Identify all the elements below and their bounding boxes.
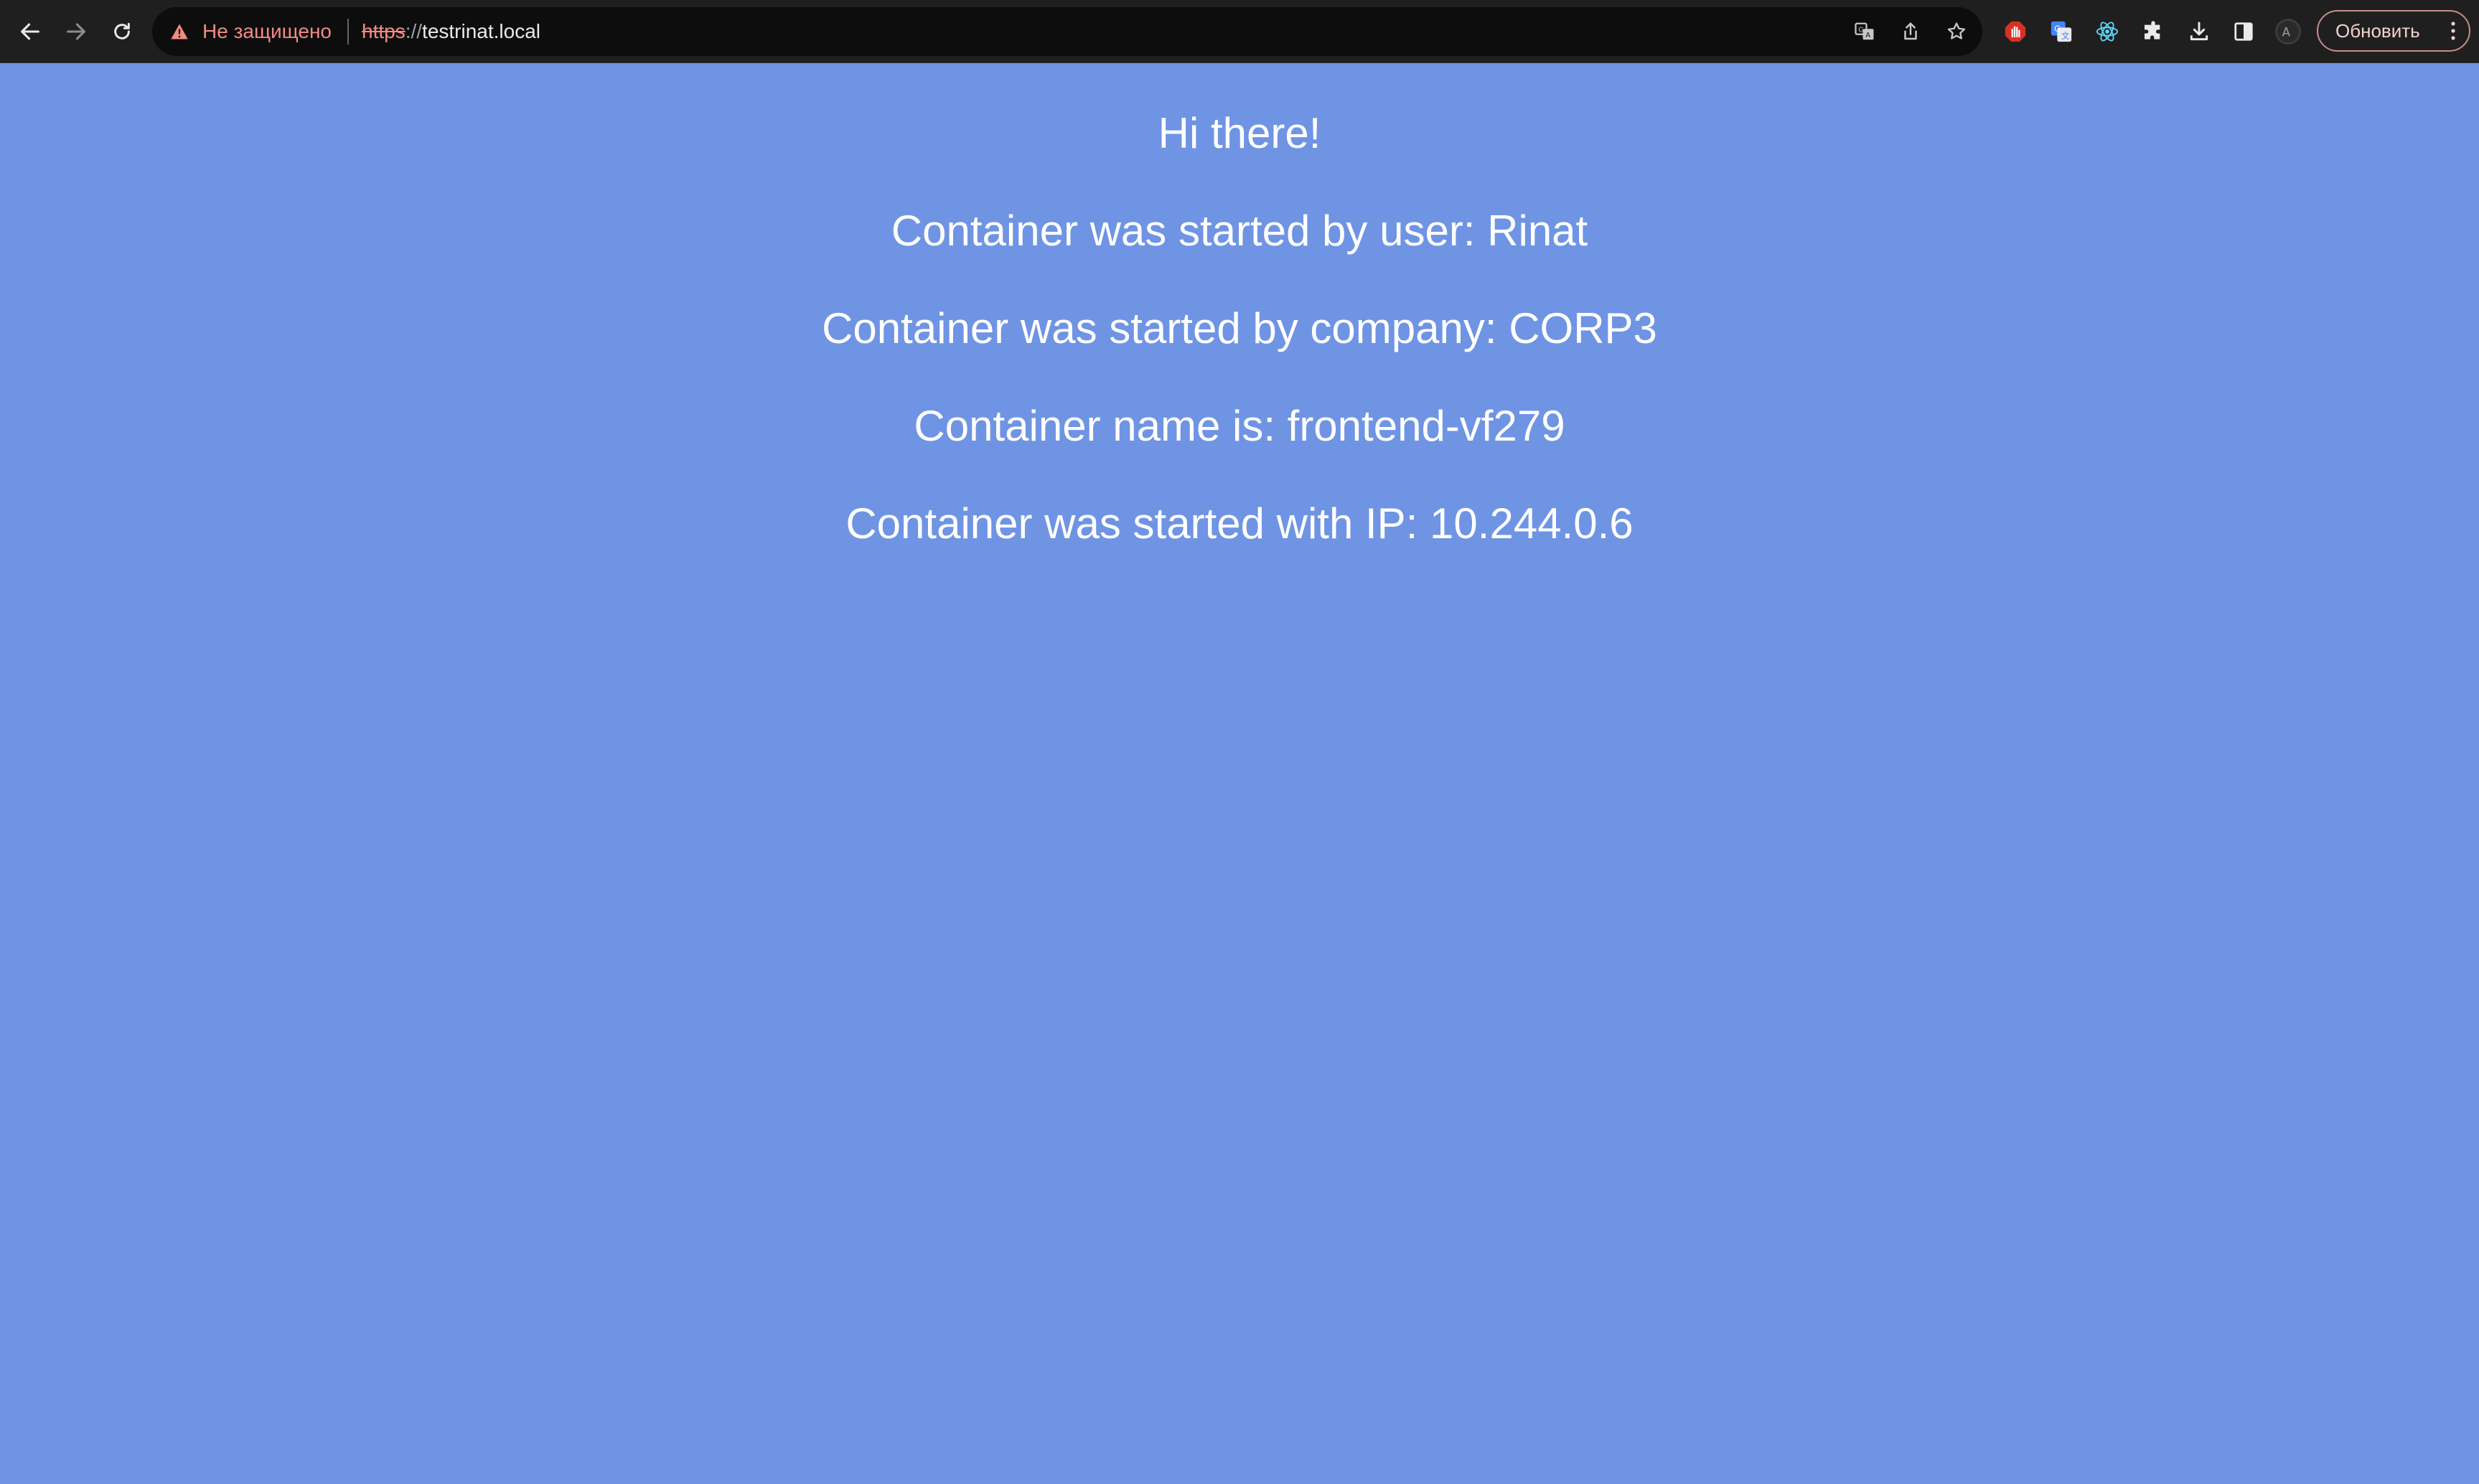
update-button[interactable]: Обновить (2317, 10, 2470, 52)
url-text[interactable]: https://testrinat.local (362, 19, 540, 44)
svg-text:A: A (2282, 26, 2291, 39)
share-icon (1904, 22, 1917, 40)
svg-text:G: G (2054, 24, 2061, 34)
greeting-heading: Hi there! (1158, 109, 1321, 157)
extension-stop-button[interactable] (2000, 16, 2031, 47)
download-icon (2190, 22, 2208, 41)
reload-button[interactable] (100, 10, 144, 53)
translate-icon: G A (1855, 22, 1874, 40)
share-button[interactable] (1898, 19, 1923, 44)
url-host: testrinat.local (422, 20, 541, 42)
puzzle-icon (2145, 21, 2160, 39)
back-button[interactable] (9, 10, 52, 53)
stop-hand-icon (2005, 21, 2026, 42)
downloads-button[interactable] (2183, 16, 2215, 47)
company-line: Container was started by company: CORP3 (822, 304, 1657, 352)
address-divider (347, 19, 349, 44)
extension-react-button[interactable] (2091, 16, 2123, 47)
container-name-line: Container name is: frontend-vf279 (914, 402, 1565, 450)
reload-icon (114, 22, 130, 39)
address-bar[interactable]: Не защищено https://testrinat.local G A (152, 7, 1982, 56)
side-panel-icon (2234, 22, 2253, 41)
browser-toolbar: Не защищено https://testrinat.local G A (0, 0, 2479, 63)
svg-text:G: G (1858, 27, 1864, 34)
profile-button[interactable]: A (2272, 16, 2304, 47)
profile-avatar-icon: A (2275, 19, 2301, 44)
bookmark-button[interactable] (1944, 19, 1969, 44)
react-icon (2096, 22, 2119, 42)
forward-button[interactable] (55, 10, 98, 53)
arrow-right-icon (67, 23, 85, 40)
url-scheme: https (362, 20, 406, 42)
url-slashes: :// (405, 20, 423, 42)
warning-triangle-icon (171, 24, 188, 39)
side-panel-button[interactable] (2228, 16, 2259, 47)
star-icon (1947, 22, 1966, 39)
kebab-menu-icon (2451, 22, 2455, 40)
page-content: Hi there! Container was started by user:… (0, 63, 2479, 1484)
svg-text:文: 文 (2061, 31, 2069, 41)
security-status[interactable]: Не защищено (202, 19, 332, 44)
extension-translate-button[interactable]: G 文 (2045, 16, 2077, 47)
user-line: Container was started by user: Rinat (891, 207, 1588, 255)
translate-button[interactable]: G A (1852, 19, 1878, 44)
extensions-button[interactable] (2137, 16, 2169, 47)
container-ip-line: Container was started with IP: 10.244.0.… (845, 499, 1634, 548)
google-translate-icon: G 文 (2051, 21, 2072, 42)
arrow-left-icon (21, 23, 39, 40)
svg-text:A: A (1865, 32, 1870, 39)
update-button-label: Обновить (2335, 20, 2420, 42)
